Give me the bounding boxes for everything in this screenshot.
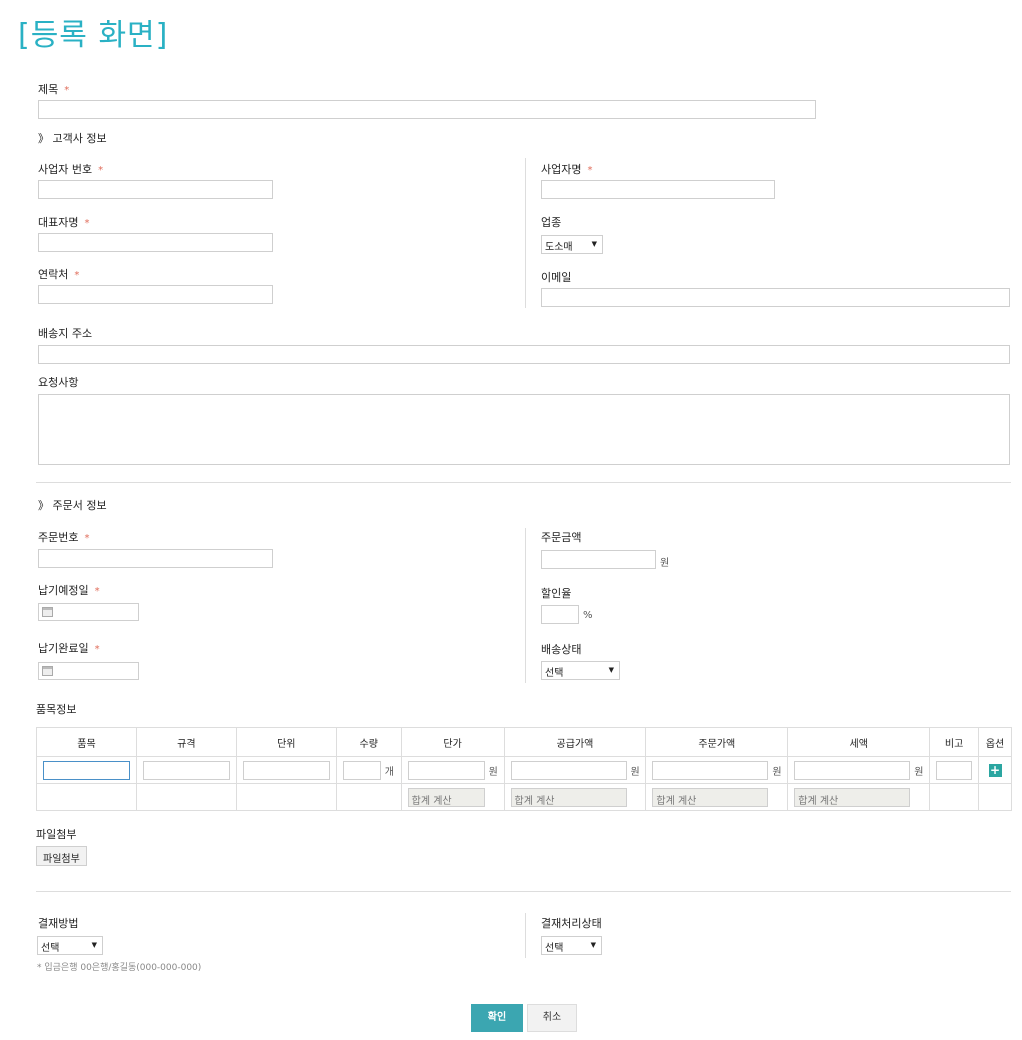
confirm-button[interactable]: 확인 [471,1004,523,1032]
won-unit: 원 [660,558,670,569]
cancel-button[interactable]: 취소 [527,1004,577,1032]
calc-field: 합계 계산 [652,787,769,807]
order-amount-input[interactable] [541,550,656,569]
section-divider [36,482,1011,483]
table-header-row: 품목 규격 단위 수량 단가 공급가액 주문가액 세액 비고 옵션 [36,727,1012,757]
column-header: 공급가액 [503,727,647,757]
file-attach-button[interactable]: 파일첨부 [36,846,87,866]
ceo-name-label: 대표자명 * [38,216,90,229]
industry-select[interactable]: 도소매 ▼ [541,235,603,254]
order-number-label: 주문번호 * [38,531,90,544]
required-mark: * [64,85,70,96]
title-input[interactable] [38,100,816,119]
due-date-input[interactable] [38,603,139,621]
address-label: 배송지 주소 [38,327,93,340]
won-unit: 원 [914,766,924,778]
calc-field: 합계 계산 [510,787,627,807]
calc-field: 합계 계산 [407,787,485,807]
email-label: 이메일 [541,271,572,284]
business-number-input[interactable] [38,180,273,199]
tax-input[interactable] [794,760,911,780]
order-amount-label: 주문금액 [541,531,582,544]
discount-input[interactable] [541,605,579,624]
column-divider [525,158,526,308]
order-number-input[interactable] [38,549,273,568]
business-name-input[interactable] [541,180,775,199]
ceo-name-input[interactable] [38,233,273,252]
contact-label: 연락처 * [38,268,80,281]
won-unit: 원 [772,766,782,778]
page-title: [등록 화면] [18,18,169,53]
order-amount-cell-input[interactable] [652,760,769,780]
contact-input[interactable] [38,285,273,304]
calc-field: 합계 계산 [794,787,911,807]
won-unit: 원 [488,766,498,778]
request-label: 요청사항 [38,376,79,389]
column-header: 품목 [36,727,137,757]
due-date-label: 납기예정일 * [38,584,100,597]
attachment-label: 파일첨부 [36,828,77,841]
shipping-status-label: 배송상태 [541,643,582,656]
address-input[interactable] [38,345,1010,364]
column-header: 주문가액 [645,727,789,757]
order-section-heading: 》 주문서 정보 [38,499,107,512]
qty-unit: 개 [384,766,394,778]
dropdown-arrow-icon: ▼ [591,240,597,248]
item-unit-input[interactable] [242,760,330,780]
industry-label: 업종 [541,216,562,229]
business-name-label: 사업자명 * [541,163,593,176]
column-header: 단위 [235,727,337,757]
dropdown-arrow-icon: ▼ [608,666,614,674]
item-spec-input[interactable] [142,760,230,780]
table-row: 합계 계산 합계 계산 합계 계산 합계 계산 [36,783,1012,811]
column-divider [525,528,526,683]
payment-method-label: 결재방법 [38,917,79,930]
payment-method-select[interactable]: 선택 ▼ [37,936,103,955]
calendar-icon[interactable] [42,666,53,676]
column-header: 규격 [135,727,237,757]
column-header: 세액 [787,727,931,757]
payment-status-select[interactable]: 선택 ▼ [541,936,602,955]
column-header: 수량 [335,727,402,757]
dropdown-arrow-icon: ▼ [590,941,596,949]
supply-amount-input[interactable] [510,760,627,780]
table-row: 개 원 원 원 원 + [36,756,1012,784]
request-textarea[interactable] [38,394,1010,465]
bank-note: * 입금은행 00은행/홍길동(000-000-000) [37,963,202,973]
payment-status-label: 결재처리상태 [541,917,602,930]
plus-icon[interactable]: + [988,763,1002,777]
items-table: 품목 규격 단위 수량 단가 공급가액 주문가액 세액 비고 옵션 개 원 원 … [36,727,1012,811]
section-divider [36,891,1011,892]
column-divider [525,913,526,958]
dropdown-arrow-icon: ▼ [91,941,97,949]
complete-date-label: 납기완료일 * [38,642,100,655]
remark-input[interactable] [936,760,973,780]
item-qty-input[interactable] [342,760,381,780]
complete-date-input[interactable] [38,662,139,680]
discount-label: 할인율 [541,587,572,600]
customer-section-heading: 》 고객사 정보 [38,132,107,145]
column-header: 단가 [400,727,505,757]
business-number-label: 사업자 번호 * [38,163,104,176]
email-input[interactable] [541,288,1010,307]
item-name-input[interactable] [42,760,130,780]
unit-price-input[interactable] [407,760,485,780]
shipping-status-select[interactable]: 선택 ▼ [541,661,620,680]
column-header: 옵션 [978,727,1012,757]
column-header: 비고 [929,727,980,757]
title-label: 제목 * [38,83,70,96]
won-unit: 원 [630,766,640,778]
percent-unit: % [583,610,593,621]
calendar-icon[interactable] [42,607,53,617]
items-heading: 품목정보 [36,703,77,716]
